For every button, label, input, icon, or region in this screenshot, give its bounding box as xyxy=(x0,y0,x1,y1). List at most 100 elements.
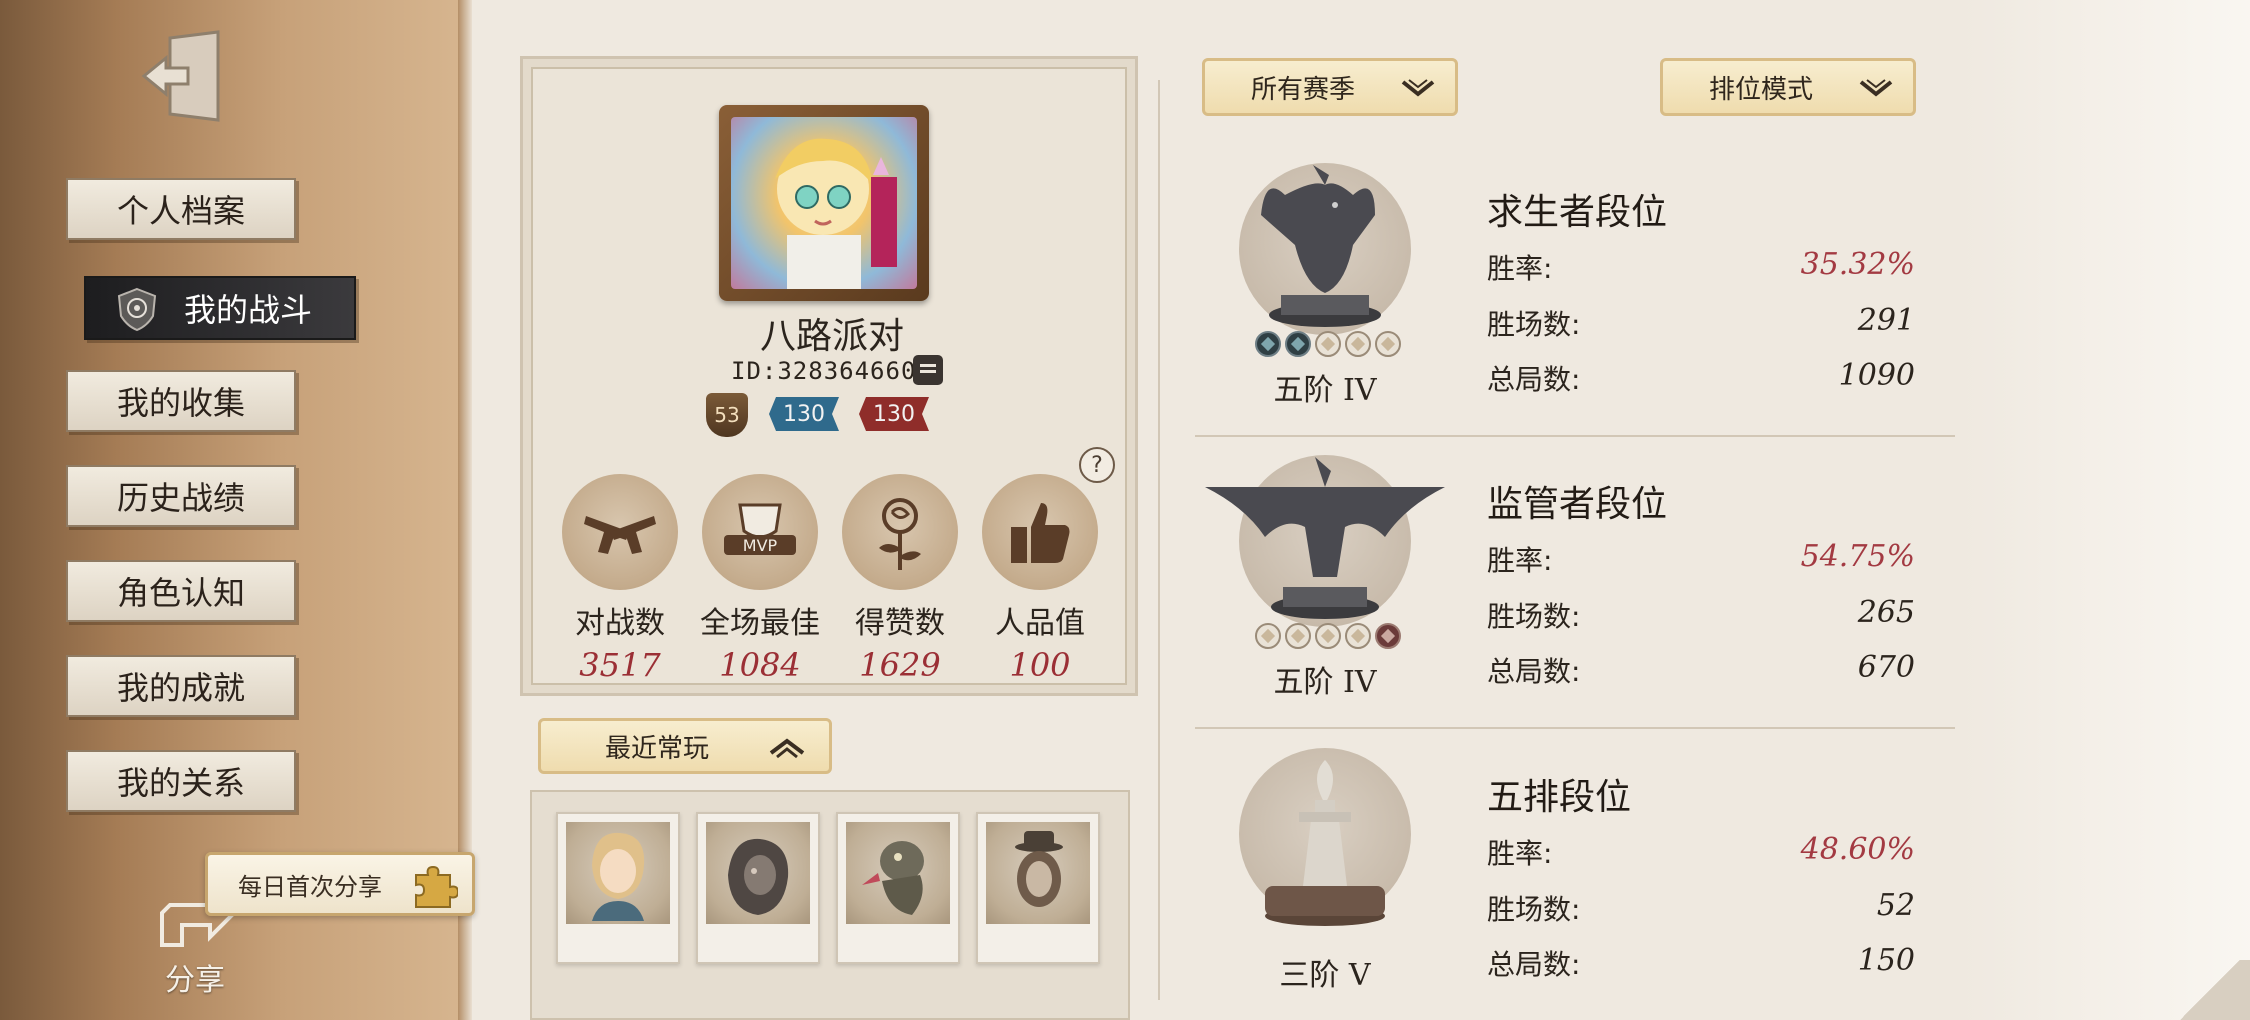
stat-value: 100 xyxy=(1009,646,1071,684)
row-label: 胜场数: xyxy=(1487,600,1581,633)
mvp-trophy-icon: MVP xyxy=(702,474,818,590)
rose-icon xyxy=(842,474,958,590)
wins-value: 265 xyxy=(1857,595,1915,630)
win-rate-row: 胜率: 48.60% xyxy=(1487,832,1915,872)
win-rate-value: 54.75% xyxy=(1800,539,1915,574)
season-dropdown[interactable]: 所有赛季 xyxy=(1202,58,1458,116)
sidebar-item-label: 个人档案 xyxy=(116,192,245,230)
total-row: 总局数: 1090 xyxy=(1487,358,1915,398)
page-curl xyxy=(2170,960,2250,1020)
avatar-image xyxy=(731,117,917,289)
thumbs-up-icon xyxy=(982,474,1098,590)
five-player-rank-block: 三阶 V 五排段位 胜率: 48.60% 胜场数: 52 总局数: 150 xyxy=(1195,740,1955,1020)
character-card[interactable] xyxy=(976,812,1100,964)
sidebar-item-label: 我的收集 xyxy=(116,384,245,422)
puzzle-icon xyxy=(408,861,460,911)
griffin-trophy-icon xyxy=(1225,155,1425,345)
wins-value: 291 xyxy=(1857,303,1915,338)
recent-played-label: 最近常玩 xyxy=(605,733,710,764)
mode-dropdown[interactable]: 排位模式 xyxy=(1660,58,1916,116)
wins-value: 52 xyxy=(1876,888,1915,923)
sidebar-item-character-recognition[interactable]: 角色认知 xyxy=(66,560,296,622)
row-label: 胜率: xyxy=(1487,252,1553,285)
svg-text:MVP: MVP xyxy=(743,536,778,555)
star-empty xyxy=(1375,331,1401,357)
rank-separator xyxy=(1195,435,1955,437)
dueling-pistols-icon xyxy=(562,474,678,590)
stat-reputation: 人品值 100 xyxy=(975,474,1105,684)
sidebar-item-label: 我的战斗 xyxy=(184,291,313,329)
mode-dropdown-label: 排位模式 xyxy=(1709,74,1814,105)
recent-played-panel xyxy=(530,790,1130,1020)
hunter-rank-tag: 130 xyxy=(859,397,929,431)
rank-title: 五排段位 xyxy=(1487,777,1632,818)
stat-label: 全场最佳 xyxy=(700,606,820,641)
chevron-down-icon xyxy=(1399,77,1437,99)
rank-tier: 三阶 V xyxy=(1279,958,1371,993)
star-filled xyxy=(1285,331,1311,357)
stat-label: 人品值 xyxy=(995,606,1085,641)
chevron-up-icon xyxy=(767,735,807,759)
star-empty xyxy=(1345,331,1371,357)
share-tip-text: 每日首次分享 xyxy=(238,872,382,901)
player-id: ID:328364660 xyxy=(731,357,917,385)
character-portrait-2 xyxy=(706,822,810,924)
row-label: 总局数: xyxy=(1487,948,1581,981)
stat-label: 得赞数 xyxy=(855,606,945,641)
copy-id-icon[interactable] xyxy=(913,355,943,385)
character-card[interactable] xyxy=(556,812,680,964)
sidebar-item-label: 我的关系 xyxy=(116,764,245,802)
row-label: 胜场数: xyxy=(1487,893,1581,926)
dragon-trophy-icon xyxy=(1195,447,1455,637)
sidebar-item-relationships[interactable]: 我的关系 xyxy=(66,750,296,812)
win-rate-row: 胜率: 35.32% xyxy=(1487,247,1915,287)
rank-title: 监管者段位 xyxy=(1487,484,1668,525)
character-card[interactable] xyxy=(836,812,960,964)
sidebar-item-label: 历史战绩 xyxy=(116,479,245,517)
star-empty xyxy=(1285,623,1311,649)
exit-door-icon[interactable] xyxy=(130,28,230,128)
character-portrait-1 xyxy=(566,822,670,924)
star-empty xyxy=(1315,623,1341,649)
character-card[interactable] xyxy=(696,812,820,964)
column-divider xyxy=(1158,80,1160,1000)
total-row: 总局数: 150 xyxy=(1487,943,1915,983)
stat-value: 1084 xyxy=(719,646,801,684)
sidebar-item-profile[interactable]: 个人档案 xyxy=(66,178,296,240)
avatar[interactable] xyxy=(719,105,929,301)
star-empty xyxy=(1345,623,1371,649)
row-label: 胜场数: xyxy=(1487,308,1581,341)
stat-mvp: MVP 全场最佳 1084 xyxy=(695,474,825,684)
total-row: 总局数: 670 xyxy=(1487,650,1915,690)
row-label: 总局数: xyxy=(1487,655,1581,688)
rank-tier: 五阶 IV xyxy=(1273,665,1377,700)
chess-bishop-trophy-icon xyxy=(1225,740,1425,930)
stat-label: 对战数 xyxy=(575,606,665,641)
stat-matches: 对战数 3517 xyxy=(555,474,685,684)
sidebar-item-achievements[interactable]: 我的成就 xyxy=(66,655,296,717)
season-dropdown-label: 所有赛季 xyxy=(1251,74,1356,105)
sidebar-item-label: 我的成就 xyxy=(116,669,245,707)
chevron-down-icon xyxy=(1857,77,1895,99)
share-label: 分享 xyxy=(165,963,225,998)
wins-row: 胜场数: 291 xyxy=(1487,303,1915,343)
win-rate-value: 48.60% xyxy=(1800,832,1915,867)
sidebar-item-history[interactable]: 历史战绩 xyxy=(66,465,296,527)
stat-likes: 得赞数 1629 xyxy=(835,474,965,684)
character-portrait-4 xyxy=(986,822,1090,924)
sidebar-item-my-battles[interactable]: 我的战斗 xyxy=(84,276,356,340)
sidebar-item-collection[interactable]: 我的收集 xyxy=(66,370,296,432)
daily-share-tip[interactable]: 每日首次分享 xyxy=(205,852,475,916)
total-value: 150 xyxy=(1857,943,1915,978)
star-empty xyxy=(1315,331,1341,357)
rank-stars xyxy=(1255,623,1401,649)
recent-played-toggle[interactable]: 最近常玩 xyxy=(538,718,832,774)
row-label: 胜率: xyxy=(1487,544,1553,577)
total-value: 1090 xyxy=(1838,358,1915,393)
survivor-rank-block: 五阶 IV 求生者段位 胜率: 35.32% 胜场数: 291 总局数: 109… xyxy=(1195,155,1955,440)
star-empty xyxy=(1255,623,1281,649)
star-filled xyxy=(1375,623,1401,649)
character-portrait-3 xyxy=(846,822,950,924)
rank-tier: 五阶 IV xyxy=(1273,373,1377,408)
star-filled xyxy=(1255,331,1281,357)
